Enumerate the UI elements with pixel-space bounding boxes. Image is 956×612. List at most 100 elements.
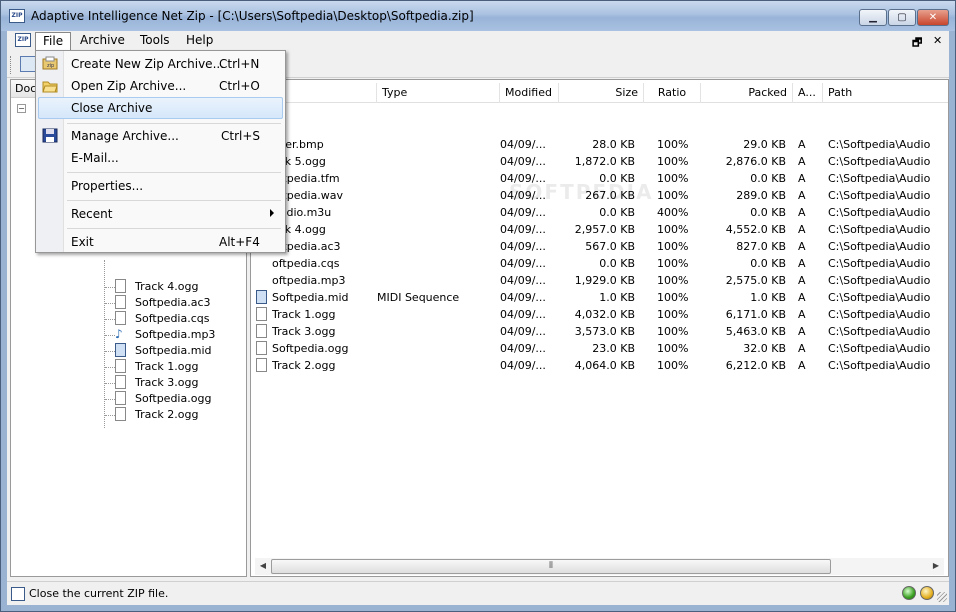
- cell-ratio: 400%: [657, 206, 689, 219]
- scroll-thumb[interactable]: ⦀: [271, 559, 831, 574]
- tree-item-label: Track 3.ogg: [135, 376, 199, 389]
- mdi-restore-button[interactable]: 🗗: [912, 34, 922, 53]
- cell-path: C:\Softpedia\Audio: [828, 308, 931, 321]
- table-row[interactable]: over.bmp 04/09/... 28.0 KB 100% 29.0 KB A C:\S…: [251, 136, 948, 153]
- cell-path: C:\Softpedia\Audio: [828, 138, 931, 151]
- table-row[interactable]: Softpedia.mid MIDI Sequence 04/09/... 1.0 K…: [251, 289, 948, 306]
- cell-attr: A: [798, 342, 806, 355]
- tree-expander-icon[interactable]: −: [17, 104, 26, 113]
- tree-item-label: Track 1.ogg: [135, 360, 199, 373]
- cell-path: C:\Softpedia\Audio: [828, 359, 931, 372]
- menu-separator: [67, 200, 281, 201]
- table-row[interactable]: Audio.m3u 04/09/... 0.0 KB 400% 0.0 KB A C:\So…: [251, 204, 948, 221]
- cell-path: C:\Softpedia\Audio: [828, 325, 931, 338]
- cell-name: Audio.m3u: [272, 206, 332, 219]
- menu-item-create-new-zip[interactable]: zip Create New Zip Archive... Ctrl+N: [38, 53, 283, 75]
- table-row[interactable]: ack 4.ogg 04/09/... 2,957.0 KB 100% 4,552.0 …: [251, 221, 948, 238]
- app-window: ZIP Adaptive Intelligence Net Zip - [C:\…: [0, 0, 956, 612]
- cell-size: 23.0 KB: [592, 342, 635, 355]
- cell-name: Track 2.ogg: [272, 359, 336, 372]
- column-ratio[interactable]: Ratio: [644, 83, 701, 103]
- menu-archive[interactable]: Archive: [73, 32, 132, 50]
- scroll-left-icon[interactable]: ◀: [255, 558, 271, 575]
- column-type[interactable]: Type: [377, 83, 500, 103]
- cell-ratio: 100%: [657, 359, 689, 372]
- column-packed[interactable]: Packed: [701, 83, 793, 103]
- cell-packed: 0.0 KB: [750, 257, 786, 270]
- app-zip-icon[interactable]: ZIP: [9, 9, 25, 23]
- watermark: SOFTPEDIA: [509, 180, 654, 204]
- cell-packed: 29.0 KB: [743, 138, 786, 151]
- cell-ratio: 100%: [657, 240, 689, 253]
- cell-path: C:\Softpedia\Audio: [828, 172, 931, 185]
- cell-modified: 04/09/...: [500, 308, 546, 321]
- tree-connector: [105, 287, 115, 288]
- table-row[interactable]: Track 1.ogg 04/09/... 4,032.0 KB 100% 6,171.…: [251, 306, 948, 323]
- tree-item-label: Softpedia.mp3: [135, 328, 216, 341]
- table-row[interactable]: oftpedia.ac3 04/09/... 567.0 KB 100% 827.0 K…: [251, 238, 948, 255]
- cell-ratio: 100%: [657, 342, 689, 355]
- cell-size: 0.0 KB: [599, 257, 635, 270]
- cell-size: 1.0 KB: [599, 291, 635, 304]
- menu-item-email[interactable]: E-Mail...: [38, 147, 283, 169]
- menu-item-manage-archive[interactable]: Manage Archive... Ctrl+S: [38, 125, 283, 147]
- close-window-button[interactable]: ✕: [917, 9, 949, 26]
- column-modified[interactable]: Modified: [500, 83, 559, 103]
- cell-modified: 04/09/...: [500, 240, 546, 253]
- cell-modified: 04/09/...: [500, 325, 546, 338]
- menu-item-open-zip[interactable]: Open Zip Archive... Ctrl+O: [38, 75, 283, 97]
- mdi-document-icon[interactable]: ZIP: [15, 33, 31, 47]
- cell-ratio: 100%: [657, 325, 689, 338]
- menu-tools[interactable]: Tools: [133, 32, 177, 50]
- scroll-right-icon[interactable]: ▶: [928, 558, 944, 575]
- horizontal-scrollbar[interactable]: ◀ ⦀ ▶: [255, 558, 944, 575]
- column-path[interactable]: Path: [823, 83, 948, 103]
- table-row[interactable]: ack 5.ogg 04/09/... 1,872.0 KB 100% 2,876.0 …: [251, 153, 948, 170]
- file-icon: [256, 341, 267, 355]
- new-archive-icon: zip: [42, 56, 58, 71]
- menu-item-recent[interactable]: Recent: [38, 203, 283, 225]
- column-attributes[interactable]: A...: [793, 83, 823, 103]
- resize-grip[interactable]: [937, 592, 947, 602]
- table-row[interactable]: Track 2.ogg 04/09/... 4,064.0 KB 100% 6,212.…: [251, 357, 948, 374]
- cell-name: ack 4.ogg: [272, 223, 326, 236]
- file-icon: [115, 311, 126, 325]
- menu-help[interactable]: Help: [179, 32, 220, 50]
- maximize-button[interactable]: ▢: [888, 9, 916, 26]
- cell-path: C:\Softpedia\Audio: [828, 206, 931, 219]
- minimize-button[interactable]: ▁: [859, 9, 887, 26]
- table-row[interactable]: Softpedia.ogg 04/09/... 23.0 KB 100% 32.0 KB…: [251, 340, 948, 357]
- toolbar-archive-icon[interactable]: [20, 56, 36, 72]
- cell-modified: 04/09/...: [500, 342, 546, 355]
- title-bar[interactable]: ZIP Adaptive Intelligence Net Zip - [C:\…: [1, 1, 955, 31]
- cell-size: 4,032.0 KB: [574, 308, 635, 321]
- table-row[interactable]: oftpedia.cqs 04/09/... 0.0 KB 100% 0.0 KB A C:…: [251, 255, 948, 272]
- tree-item-label: Softpedia.cqs: [135, 312, 210, 325]
- cell-size: 1,929.0 KB: [574, 274, 635, 287]
- cell-packed: 4,552.0 KB: [725, 223, 786, 236]
- toolbar-grip[interactable]: [10, 56, 13, 74]
- table-row[interactable]: Track 3.ogg 04/09/... 3,573.0 KB 100% 5,463.…: [251, 323, 948, 340]
- menu-item-close-archive[interactable]: Close Archive: [38, 97, 283, 119]
- file-icon: [115, 375, 126, 389]
- cell-attr: A: [798, 257, 806, 270]
- mdi-close-button[interactable]: ✕: [933, 34, 942, 47]
- midi-icon: [115, 343, 126, 357]
- menu-item-properties[interactable]: Properties...: [38, 175, 283, 197]
- cell-path: C:\Softpedia\Audio: [828, 257, 931, 270]
- column-size[interactable]: Size: [559, 83, 644, 103]
- menu-separator: [67, 228, 281, 229]
- cell-attr: A: [798, 308, 806, 321]
- cell-name: over.bmp: [272, 138, 324, 151]
- menu-item-exit[interactable]: Exit Alt+F4: [38, 231, 283, 253]
- cell-name: oftpedia.wav: [272, 189, 343, 202]
- file-icon: [115, 295, 126, 309]
- tree-header-label: Doc: [15, 82, 37, 95]
- menu-file[interactable]: File: [35, 32, 72, 50]
- menu-item-label: Recent: [71, 207, 113, 221]
- cell-name: oftpedia.ac3: [272, 240, 341, 253]
- cell-path: C:\Softpedia\Audio: [828, 291, 931, 304]
- tree-connector: [105, 383, 115, 384]
- table-row[interactable]: oftpedia.mp3 04/09/... 1,929.0 KB 100% 2,575…: [251, 272, 948, 289]
- cell-ratio: 100%: [657, 189, 689, 202]
